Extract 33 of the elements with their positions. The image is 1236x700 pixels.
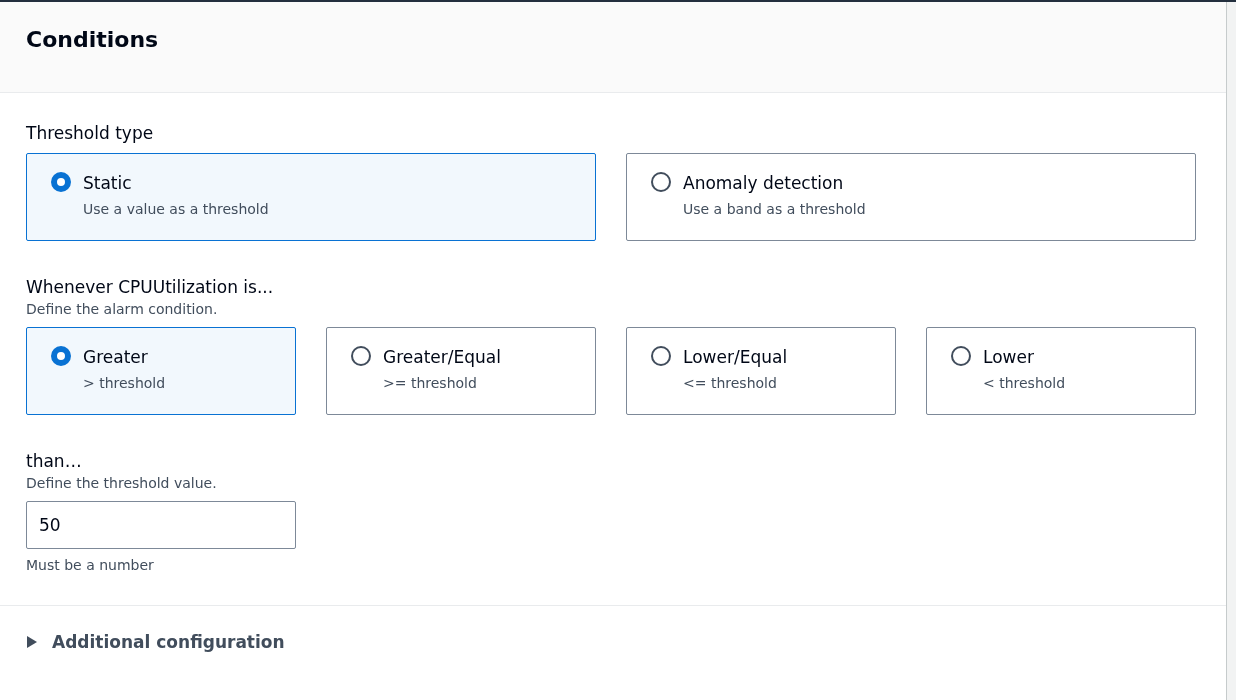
expand-toggle[interactable]: Additional configuration [26,632,285,652]
radio-tile[interactable]: Static Use a value as a threshold [26,153,596,241]
option-description: >= threshold [383,374,478,393]
radio-button[interactable] [51,346,71,366]
radio-button[interactable] [651,346,671,366]
option-label: Lower/Equal [683,346,788,369]
radio-tile[interactable]: Lower/Equal <= threshold [626,327,896,415]
field-description: Define the alarm condition. [26,300,219,319]
field-label: Whenever CPUUtilization is... [26,276,275,299]
option-description: <= threshold [683,374,778,393]
field-label: than… [26,450,83,473]
radio-tile[interactable]: Greater/Equal >= threshold [326,327,596,415]
option-label: Static [83,172,133,195]
radio-button[interactable] [51,172,71,192]
option-description: Use a value as a threshold [83,200,269,219]
radio-tile[interactable]: Anomaly detection Use a band as a threshold [626,153,1196,241]
field-hint: Must be a number [26,557,155,573]
radio-button[interactable] [351,346,371,366]
field-description: Define the threshold value. [26,474,218,493]
panel-title: Conditions [26,27,160,52]
radio-button[interactable] [651,172,671,192]
option-label: Lower [983,346,1035,369]
option-label: Greater [83,346,149,369]
field-label: Threshold type [26,122,155,145]
option-description: > threshold [83,374,166,393]
option-label: Anomaly detection [683,172,845,195]
radio-tile[interactable]: Lower < threshold [926,327,1196,415]
input-field[interactable]: 50 [26,501,296,549]
option-description: < threshold [983,374,1066,393]
radio-button[interactable] [951,346,971,366]
option-description: Use a band as a threshold [683,200,866,219]
option-label: Greater/Equal [383,346,501,369]
radio-tile[interactable]: Greater > threshold [26,327,296,415]
